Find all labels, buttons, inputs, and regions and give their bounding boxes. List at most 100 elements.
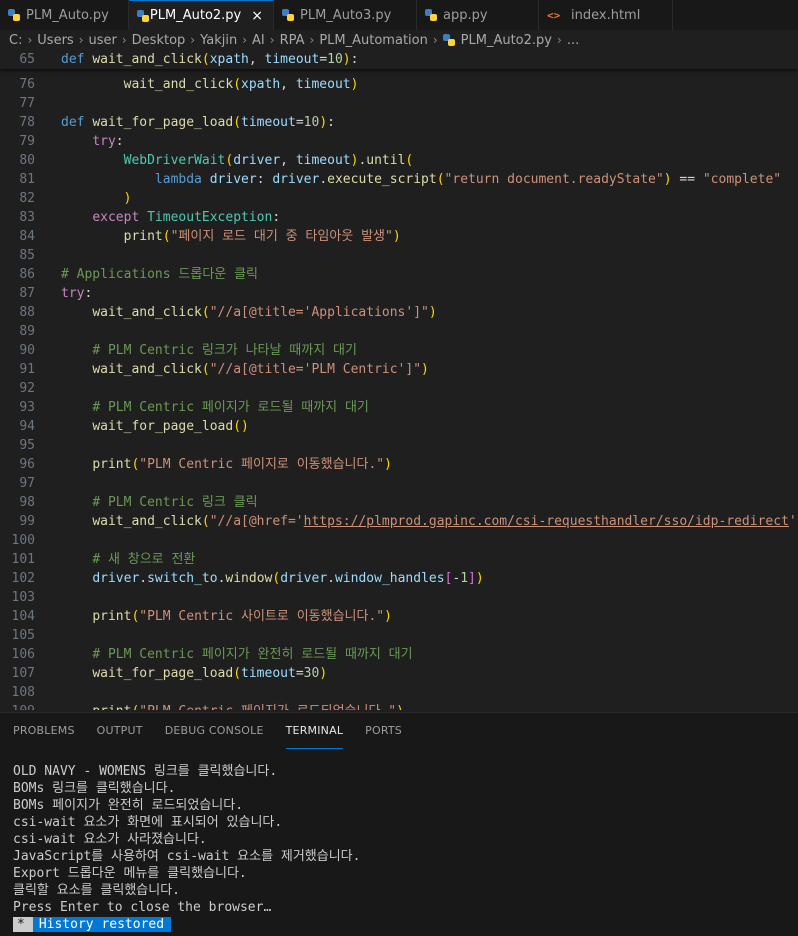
code-editor[interactable]: 65 def wait_and_click(xpath, timeout=10):… (0, 50, 798, 710)
code-line[interactable]: 90 # PLM Centric 링크가 나타날 때까지 대기 (0, 341, 798, 360)
code-line[interactable]: 79 try: (0, 132, 798, 151)
line-number: 99 (19, 514, 35, 529)
code-line[interactable]: 102 driver.switch_to.window(driver.windo… (0, 569, 798, 588)
breadcrumb-item[interactable]: ... (567, 33, 579, 48)
tab-app-py[interactable]: app.py (417, 0, 539, 30)
history-text: History restored (32, 917, 172, 932)
terminal-line: BOMs 링크를 클릭했습니다. (13, 781, 176, 796)
breadcrumb-item[interactable]: RPA (280, 33, 305, 48)
tab-label: PLM_Auto.py (26, 7, 109, 23)
code-line[interactable]: 98 # PLM Centric 링크 클릭 (0, 493, 798, 512)
code-line[interactable]: 106 # PLM Centric 페이지가 완전히 로드될 때까지 대기 (0, 645, 798, 664)
line-number: 92 (19, 381, 35, 396)
code-line[interactable]: 83 except TimeoutException: (0, 208, 798, 227)
code-line[interactable]: 89 (0, 322, 798, 341)
panel-tab-problems[interactable]: PROBLEMS (13, 713, 75, 749)
chevron-right-icon: › (242, 33, 248, 47)
code-line[interactable]: 94 wait_for_page_load() (0, 417, 798, 436)
line-number: 85 (19, 248, 35, 263)
breadcrumb-label: AI (252, 32, 265, 48)
terminal-line: BOMs 페이지가 완전히 로드되었습니다. (13, 798, 244, 813)
line-number: 107 (11, 666, 35, 681)
code-text: wait_and_click("//a[@title='Applications… (92, 305, 437, 320)
sticky-scroll-line[interactable]: 65 def wait_and_click(xpath, timeout=10): (0, 50, 798, 69)
code-line[interactable]: 92 (0, 379, 798, 398)
terminal-line: csi-wait 요소가 사라졌습니다. (13, 832, 207, 847)
code-line[interactable]: 95 (0, 436, 798, 455)
line-number: 96 (19, 457, 35, 472)
code-line[interactable]: 96 print("PLM Centric 페이지로 이동했습니다.") (0, 455, 798, 474)
code-text: # PLM Centric 페이지가 로드될 때까지 대기 (92, 400, 369, 415)
line-number: 79 (19, 134, 35, 149)
code-line[interactable]: 104 print("PLM Centric 사이트로 이동했습니다.") (0, 607, 798, 626)
code-line[interactable]: 88 wait_and_click("//a[@title='Applicati… (0, 303, 798, 322)
line-number: 88 (19, 305, 35, 320)
python-icon (8, 9, 20, 21)
code-text: driver.switch_to.window(driver.window_ha… (92, 571, 484, 586)
code-line[interactable]: 86 # Applications 드롭다운 클릭 (0, 265, 798, 284)
line-number: 89 (19, 324, 35, 339)
code-text: # PLM Centric 페이지가 완전히 로드될 때까지 대기 (92, 647, 413, 662)
breadcrumb-item[interactable]: Users (37, 33, 73, 48)
panel-tab-debug-console[interactable]: DEBUG CONSOLE (165, 713, 264, 749)
history-star: * (13, 917, 33, 932)
tab-plm-auto3-py[interactable]: PLM_Auto3.py (274, 0, 417, 30)
breadcrumb-label: PLM_Automation (319, 32, 428, 48)
code-text: # PLM Centric 링크가 나타날 때까지 대기 (92, 343, 357, 358)
code-line[interactable]: 99 wait_and_click("//a[@href='https://pl… (0, 512, 798, 531)
code-text: except TimeoutException: (92, 210, 281, 225)
breadcrumb-item[interactable]: user (89, 33, 117, 48)
code-text: try: (61, 286, 93, 301)
code-line[interactable]: 105 (0, 626, 798, 645)
line-number: 105 (11, 628, 35, 643)
breadcrumb-item[interactable]: AI (252, 33, 265, 48)
breadcrumb-item[interactable]: Desktop (132, 33, 186, 48)
html-icon: <> (547, 9, 561, 22)
code-text: WebDriverWait(driver, timeout).until( (123, 153, 414, 168)
chevron-right-icon: › (269, 33, 275, 47)
code-line[interactable]: 85 (0, 246, 798, 265)
line-number: 104 (11, 609, 35, 624)
code-line[interactable]: 101 # 새 창으로 전환 (0, 550, 798, 569)
code-text: print("PLM Centric 페이지로 이동했습니다.") (92, 457, 392, 472)
code-line[interactable]: 87 try: (0, 284, 798, 303)
breadcrumb-item[interactable]: PLM_Auto2.py (442, 33, 552, 48)
tab-plm-auto-py[interactable]: PLM_Auto.py (0, 0, 129, 30)
code-line[interactable]: 93 # PLM Centric 페이지가 로드될 때까지 대기 (0, 398, 798, 417)
code-line[interactable]: 91 wait_and_click("//a[@title='PLM Centr… (0, 360, 798, 379)
code-line[interactable]: 84 print("페이지 로드 대기 중 타임아웃 발생") (0, 227, 798, 246)
code-line[interactable]: 81 lambda driver: driver.execute_script(… (0, 170, 798, 189)
breadcrumb-item[interactable]: C: (9, 33, 22, 48)
code-line[interactable]: 109 print("PLM Centric 페이지가 로드되었습니다.") (0, 702, 798, 710)
code-text: print("PLM Centric 사이트로 이동했습니다.") (92, 609, 392, 624)
code-text: print("PLM Centric 페이지가 로드되었습니다.") (61, 704, 404, 710)
code-text: wait_for_page_load() (92, 419, 249, 434)
code-line[interactable]: 78 def wait_for_page_load(timeout=10): (0, 113, 798, 132)
code-line[interactable]: 77 (0, 94, 798, 113)
line-number: 91 (19, 362, 35, 377)
panel-tab-ports[interactable]: PORTS (365, 713, 402, 749)
breadcrumb-item[interactable]: Yakjin (200, 33, 237, 48)
chevron-right-icon: › (557, 33, 562, 47)
code-line[interactable]: 80 WebDriverWait(driver, timeout).until( (0, 151, 798, 170)
tab-index-html[interactable]: <> index.html (539, 0, 673, 30)
code-line[interactable]: 103 (0, 588, 798, 607)
tab-plm-auto2-py[interactable]: PLM_Auto2.py × (129, 0, 274, 30)
panel-tab-output[interactable]: OUTPUT (97, 713, 143, 749)
code-text: wait_and_click(xpath, timeout) (123, 77, 359, 92)
panel-tab-terminal[interactable]: TERMINAL (285, 713, 344, 749)
code-line[interactable]: 76 wait_and_click(xpath, timeout) (0, 75, 798, 94)
code-line[interactable]: 108 (0, 683, 798, 702)
breadcrumb-item[interactable]: PLM_Automation (319, 33, 428, 48)
code-text: def wait_for_page_load(timeout=10): (61, 115, 335, 130)
line-number: 97 (19, 476, 35, 491)
code-line[interactable]: 97 (0, 474, 798, 493)
close-icon[interactable]: × (251, 8, 263, 24)
line-number: 90 (19, 343, 35, 358)
code-line[interactable]: 82 ) (0, 189, 798, 208)
code-line[interactable]: 100 (0, 531, 798, 550)
line-number: 84 (19, 229, 35, 244)
breadcrumb-label: RPA (279, 32, 305, 48)
terminal-output[interactable]: OLD NAVY - WOMENS 링크를 클릭했습니다. BOMs 링크를 클릭… (13, 763, 360, 933)
code-line[interactable]: 107 wait_for_page_load(timeout=30) (0, 664, 798, 683)
